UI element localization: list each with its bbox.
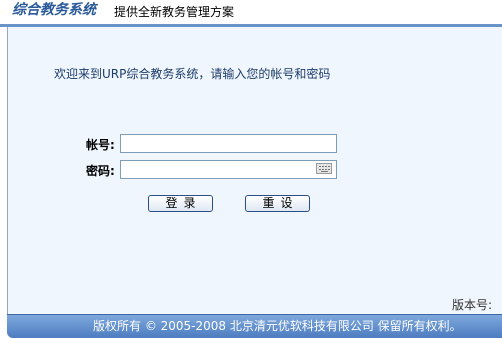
password-input[interactable]	[120, 160, 337, 179]
password-label: 密码:	[86, 164, 115, 178]
copyright-text: 版权所有 © 2005-2008 北京清元优软科技有限公司 保留所有权利。	[93, 319, 462, 333]
account-input[interactable]	[120, 134, 337, 153]
account-label: 帐号:	[86, 138, 115, 152]
system-logo: 综合教务系统	[12, 2, 96, 18]
footer: 版权所有 © 2005-2008 北京清元优软科技有限公司 保留所有权利。	[7, 314, 502, 338]
virtual-keyboard-icon[interactable]	[316, 163, 332, 174]
reset-button[interactable]: 重设	[245, 195, 310, 212]
welcome-message: 欢迎来到URP综合教务系统，请输入您的帐号和密码	[54, 67, 331, 81]
header-tagline: 提供全新教务管理方案	[114, 5, 235, 19]
version-label: 版本号:	[452, 298, 493, 312]
header: 综合教务系统 提供全新教务管理方案	[0, 0, 502, 24]
login-page: 综合教务系统 提供全新教务管理方案 欢迎来到URP综合教务系统，请输入您的帐号和…	[0, 0, 502, 338]
login-button[interactable]: 登录	[148, 195, 213, 212]
